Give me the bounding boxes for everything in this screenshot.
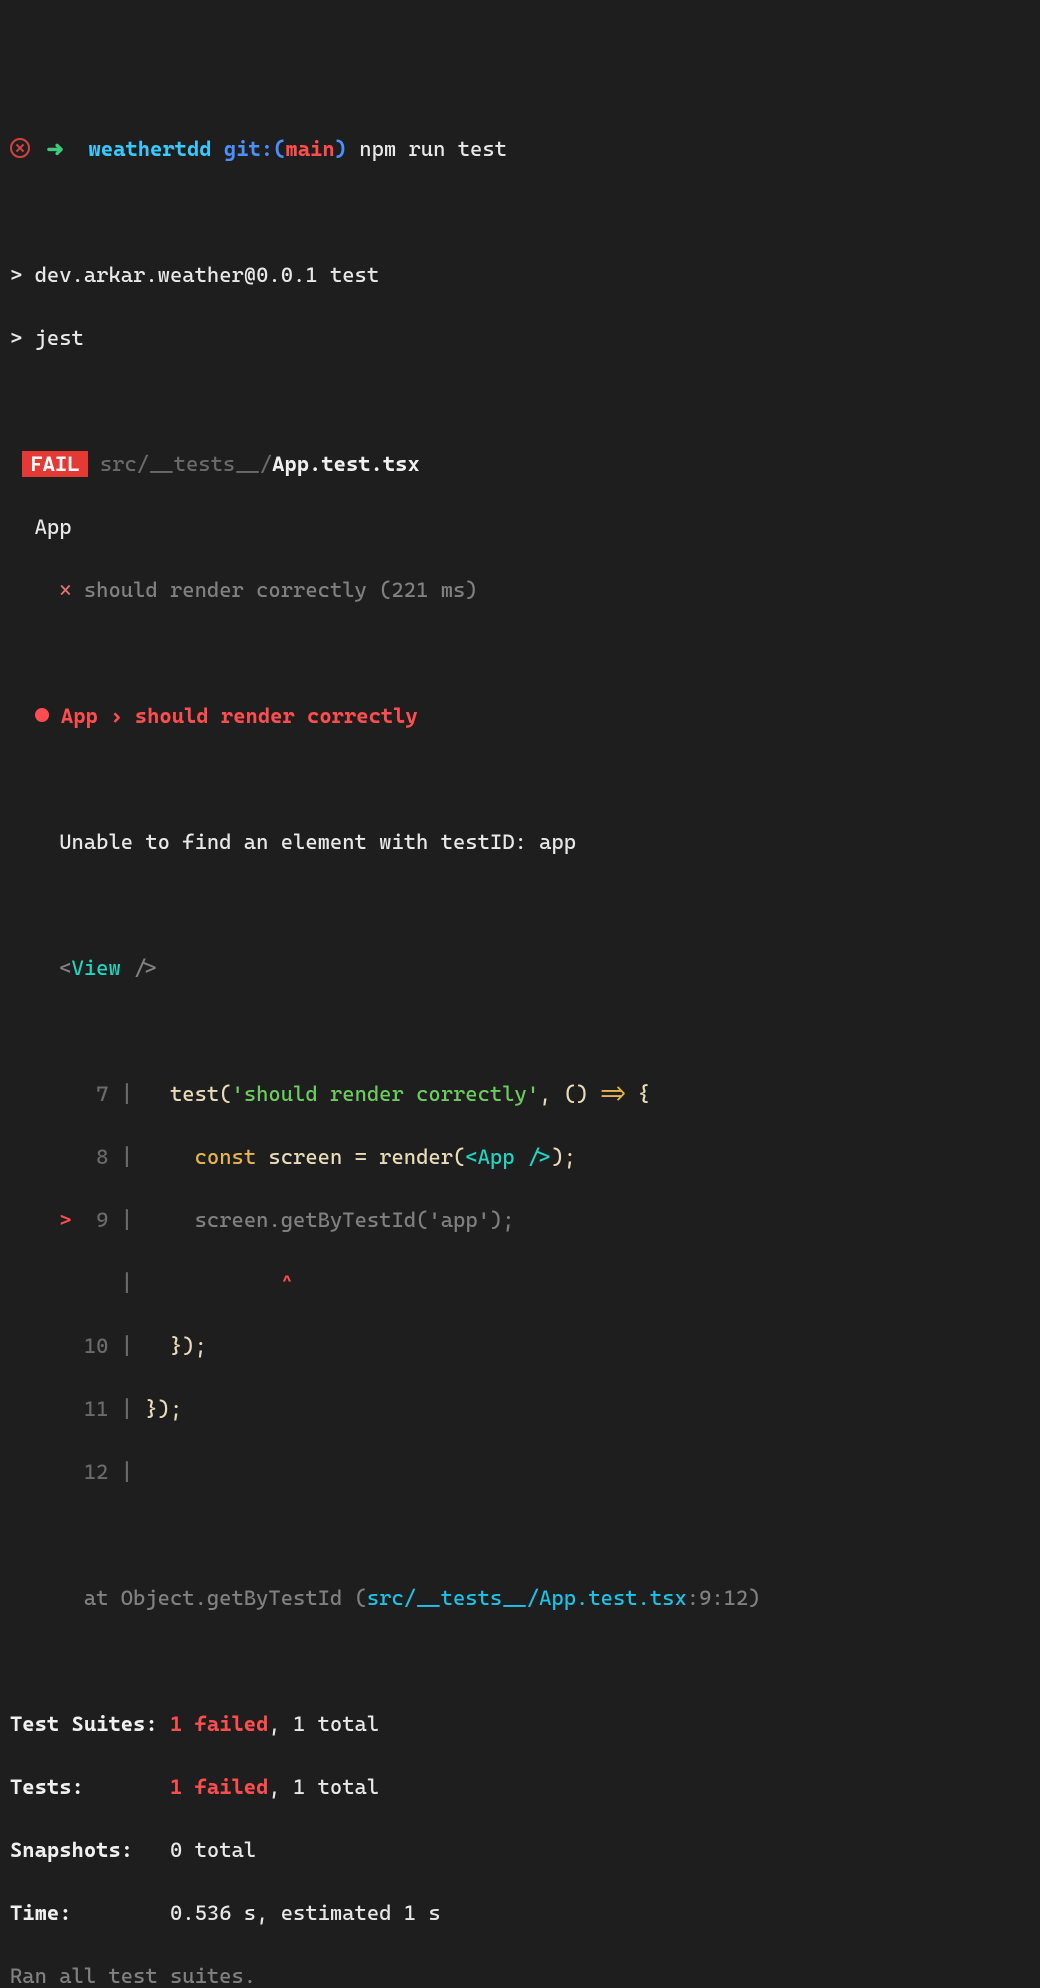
suite-name: App	[35, 515, 72, 539]
summary-rest: , 1 total	[268, 1775, 379, 1799]
pipe: |	[121, 1271, 133, 1295]
code-jsx: <App />	[465, 1145, 551, 1169]
blank-line	[0, 1520, 1040, 1552]
code-dim-string: 'app'	[428, 1208, 490, 1232]
blank-line	[0, 197, 1040, 229]
pipe: |	[121, 1082, 133, 1106]
summary-ran: Ran all test suites.	[0, 1961, 1040, 1988]
fail-path-file: App.test.tsx	[272, 452, 420, 476]
bullet-icon	[35, 708, 49, 722]
code-string: 'should render correctly'	[232, 1082, 540, 1106]
summary-tests: Tests: 1 failed, 1 total	[0, 1772, 1040, 1804]
code: );	[551, 1145, 576, 1169]
code-line-12: 12 |	[0, 1457, 1040, 1489]
blank-line	[0, 386, 1040, 418]
prompt-branch: main	[285, 137, 334, 161]
code-dim: );	[490, 1208, 515, 1232]
pointer-icon: >	[59, 1208, 71, 1232]
code-caret: | ^	[0, 1268, 1040, 1300]
headline-suite: App	[61, 704, 98, 728]
pipe: |	[121, 1397, 133, 1421]
line-number: 7	[84, 1082, 109, 1106]
line-number: 9	[84, 1208, 109, 1232]
pipe: |	[121, 1208, 133, 1232]
code-keyword: const	[195, 1145, 257, 1169]
stack-line: at Object.getByTestId (src/__tests__/App…	[0, 1583, 1040, 1615]
line-number: 10	[84, 1334, 109, 1358]
fail-badge: FAIL	[22, 451, 87, 477]
view-close: />	[121, 956, 158, 980]
pipe: |	[121, 1145, 133, 1169]
code: });	[170, 1334, 207, 1358]
code-line-11: 11 | });	[0, 1394, 1040, 1426]
gt-symbol: >	[10, 263, 22, 287]
headline-test: should render correctly	[135, 704, 418, 728]
blank-line	[0, 1646, 1040, 1678]
gt-symbol: >	[10, 326, 22, 350]
summary-failed: 1 failed	[170, 1712, 268, 1736]
jest-cmd: jest	[35, 326, 84, 350]
summary-ran-text: Ran all test suites.	[10, 1964, 256, 1988]
code-line-9: > 9 | screen.getByTestId('app');	[0, 1205, 1040, 1237]
summary-failed: 1 failed	[170, 1775, 268, 1799]
summary-suites: Test Suites: 1 failed, 1 total	[0, 1709, 1040, 1741]
code-line-7: 7 | test('should render correctly', () =…	[0, 1079, 1040, 1111]
code: test(	[170, 1082, 232, 1106]
prompt-line-1[interactable]: ➜ weathertdd git:(main) npm run test	[0, 134, 1040, 166]
code: {	[625, 1082, 650, 1106]
view-lt: <	[59, 956, 71, 980]
pipe: |	[121, 1334, 133, 1358]
headline-sep: ›	[110, 704, 122, 728]
blank-line	[0, 890, 1040, 922]
summary-label: Tests:	[10, 1775, 84, 1799]
summary-label: Time:	[10, 1901, 72, 1925]
stack-file: src/__tests__/App.test.tsx	[367, 1586, 687, 1610]
blank-line	[0, 638, 1040, 670]
output-line: > dev.arkar.weather@0.0.1 test	[0, 260, 1040, 292]
stack-loc: :9:12)	[687, 1586, 761, 1610]
blank-line	[0, 764, 1040, 796]
code: });	[145, 1397, 182, 1421]
caret-icon: ^	[281, 1271, 293, 1295]
suite-line: App	[0, 512, 1040, 544]
test-line: × should render correctly (221 ms)	[0, 575, 1040, 607]
error-text: Unable to find an element with testID: a…	[59, 830, 576, 854]
code-arrow: =>	[601, 1082, 626, 1106]
line-number: 12	[84, 1460, 109, 1484]
pipe: |	[121, 1460, 133, 1484]
error-message: Unable to find an element with testID: a…	[0, 827, 1040, 859]
test-time: (221 ms)	[379, 578, 477, 602]
prompt-git-open: git:(	[224, 137, 286, 161]
fail-path-dim: src/__tests__/	[100, 452, 272, 476]
summary-label: Snapshots:	[10, 1838, 133, 1862]
summary-value: 0.536 s, estimated 1 s	[170, 1901, 441, 1925]
view-tag: View	[72, 956, 121, 980]
status-error-icon	[10, 138, 30, 158]
fail-line: FAIL src/__tests__/App.test.tsx	[0, 449, 1040, 481]
prompt-arrow-icon: ➜	[46, 137, 64, 161]
output-line: > jest	[0, 323, 1040, 355]
fail-x-icon: ×	[59, 578, 71, 602]
failure-headline: App › should render correctly	[0, 701, 1040, 733]
summary-snapshots: Snapshots: 0 total	[0, 1835, 1040, 1867]
rendered-output: <View />	[0, 953, 1040, 985]
prompt-git-close: )	[335, 137, 347, 161]
test-name: should render correctly	[84, 578, 367, 602]
prompt-dir: weathertdd	[89, 137, 212, 161]
command-text: npm run test	[359, 137, 507, 161]
stack-at: at Object.getByTestId (	[84, 1586, 367, 1610]
line-number: 11	[84, 1397, 109, 1421]
code: screen = render(	[256, 1145, 465, 1169]
summary-label: Test Suites:	[10, 1712, 158, 1736]
code-line-8: 8 | const screen = render(<App />);	[0, 1142, 1040, 1174]
code: , ()	[539, 1082, 601, 1106]
line-number: 8	[84, 1145, 109, 1169]
code-line-10: 10 | });	[0, 1331, 1040, 1363]
summary-value: 0 total	[170, 1838, 256, 1862]
summary-rest: , 1 total	[268, 1712, 379, 1736]
package-info: dev.arkar.weather@0.0.1 test	[35, 263, 380, 287]
summary-time: Time: 0.536 s, estimated 1 s	[0, 1898, 1040, 1930]
code-dim: screen.getByTestId(	[195, 1208, 429, 1232]
blank-line	[0, 1016, 1040, 1048]
